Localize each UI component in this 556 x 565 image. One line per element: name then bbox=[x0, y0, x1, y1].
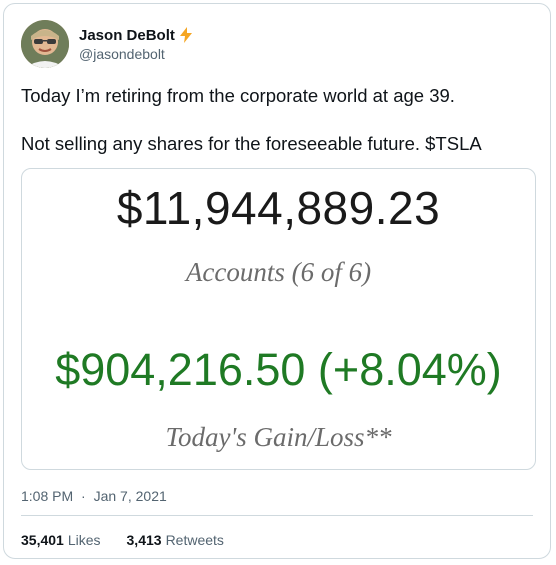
tweet-text-line-1: Today I’m retiring from the corporate wo… bbox=[21, 85, 455, 106]
tweet-media-image[interactable]: $11,944,889.23 Accounts (6 of 6) $904,21… bbox=[21, 168, 536, 470]
tweet-timestamp[interactable]: 1:08 PM · Jan 7, 2021 bbox=[21, 488, 167, 504]
tweet-header: Jason DeBolt @jasondebolt bbox=[21, 20, 193, 68]
divider bbox=[21, 515, 533, 516]
tweet-text-line-2: Not selling any shares for the foreseeab… bbox=[21, 133, 482, 154]
author-handle[interactable]: @jasondebolt bbox=[79, 46, 193, 62]
daily-gain: $904,216.50 (+8.04%) bbox=[55, 344, 502, 395]
tweet-time: 1:08 PM bbox=[21, 488, 74, 504]
likes-label: Likes bbox=[67, 532, 101, 548]
retweets-label: Retweets bbox=[165, 532, 224, 548]
avatar-photo-icon bbox=[21, 20, 69, 68]
display-name[interactable]: Jason DeBolt bbox=[79, 27, 175, 44]
likes-count: 35,401 bbox=[21, 532, 64, 548]
lightning-bolt-icon bbox=[179, 27, 193, 43]
gain-loss-label: Today's Gain/Loss** bbox=[165, 422, 392, 452]
avatar[interactable] bbox=[21, 20, 69, 68]
engagement-stats: 35,401 Likes 3,413 Retweets bbox=[21, 532, 224, 548]
retweets-count: 3,413 bbox=[126, 532, 162, 548]
accounts-label: Accounts (6 of 6) bbox=[185, 257, 372, 287]
tweet-date: Jan 7, 2021 bbox=[93, 488, 167, 504]
account-balance: $11,944,889.23 bbox=[116, 182, 441, 234]
author-names: Jason DeBolt @jasondebolt bbox=[79, 27, 193, 62]
tweet-card: Jason DeBolt @jasondebolt Today I’m reti… bbox=[3, 3, 551, 559]
timestamp-separator: · bbox=[81, 488, 86, 504]
tweet-text: Today I’m retiring from the corporate wo… bbox=[21, 84, 531, 156]
display-name-row: Jason DeBolt bbox=[79, 27, 193, 44]
retweets-stat[interactable]: 3,413 Retweets bbox=[127, 532, 224, 548]
likes-stat[interactable]: 35,401 Likes bbox=[21, 532, 101, 548]
